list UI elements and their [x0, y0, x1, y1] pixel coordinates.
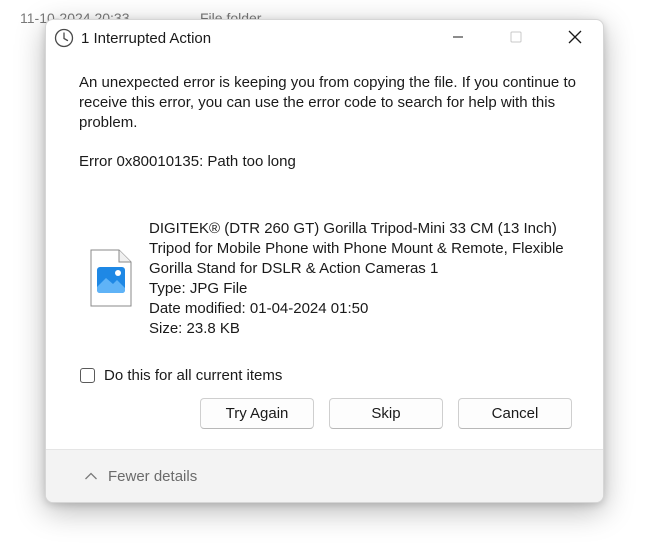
dialog-title: 1 Interrupted Action	[81, 30, 212, 47]
file-size: Size: 23.8 KB	[149, 320, 240, 337]
file-name-line: DIGITEK® (DTR 260 GT) Gorilla Tripod-Min…	[149, 220, 557, 237]
minimize-button[interactable]	[429, 20, 487, 58]
skip-button[interactable]: Skip	[329, 398, 443, 429]
apply-all-label[interactable]: Do this for all current items	[104, 367, 282, 384]
file-info: DIGITEK® (DTR 260 GT) Gorilla Tripod-Min…	[149, 219, 579, 339]
close-icon	[567, 29, 583, 50]
dialog-footer: Fewer details	[46, 449, 603, 502]
image-file-icon	[89, 249, 133, 307]
clock-icon	[54, 28, 74, 48]
title-bar[interactable]: 1 Interrupted Action	[46, 20, 603, 58]
file-type: Type: JPG File	[149, 280, 248, 297]
fewer-details-label[interactable]: Fewer details	[108, 468, 197, 485]
minimize-icon	[451, 30, 465, 49]
apply-all-checkbox[interactable]	[80, 368, 95, 383]
close-button[interactable]	[546, 20, 603, 58]
try-again-button[interactable]: Try Again	[200, 398, 314, 429]
error-message: An unexpected error is keeping you from …	[79, 74, 576, 131]
chevron-up-icon	[84, 468, 98, 485]
file-name-line: Tripod for Mobile Phone with Phone Mount…	[149, 240, 564, 257]
file-name-line: Gorilla Stand for DSLR & Action Cameras …	[149, 260, 439, 277]
fewer-details-toggle[interactable]: Fewer details	[84, 468, 197, 485]
maximize-button	[487, 20, 545, 58]
file-date-modified: Date modified: 01-04-2024 01:50	[149, 300, 369, 317]
cancel-button[interactable]: Cancel	[458, 398, 572, 429]
interrupted-action-dialog: 1 Interrupted Action An unexpected error…	[45, 19, 604, 503]
maximize-icon	[509, 30, 523, 49]
error-code: Error 0x80010135: Path too long	[79, 153, 296, 170]
apply-all-checkbox-row[interactable]: Do this for all current items	[80, 367, 282, 384]
